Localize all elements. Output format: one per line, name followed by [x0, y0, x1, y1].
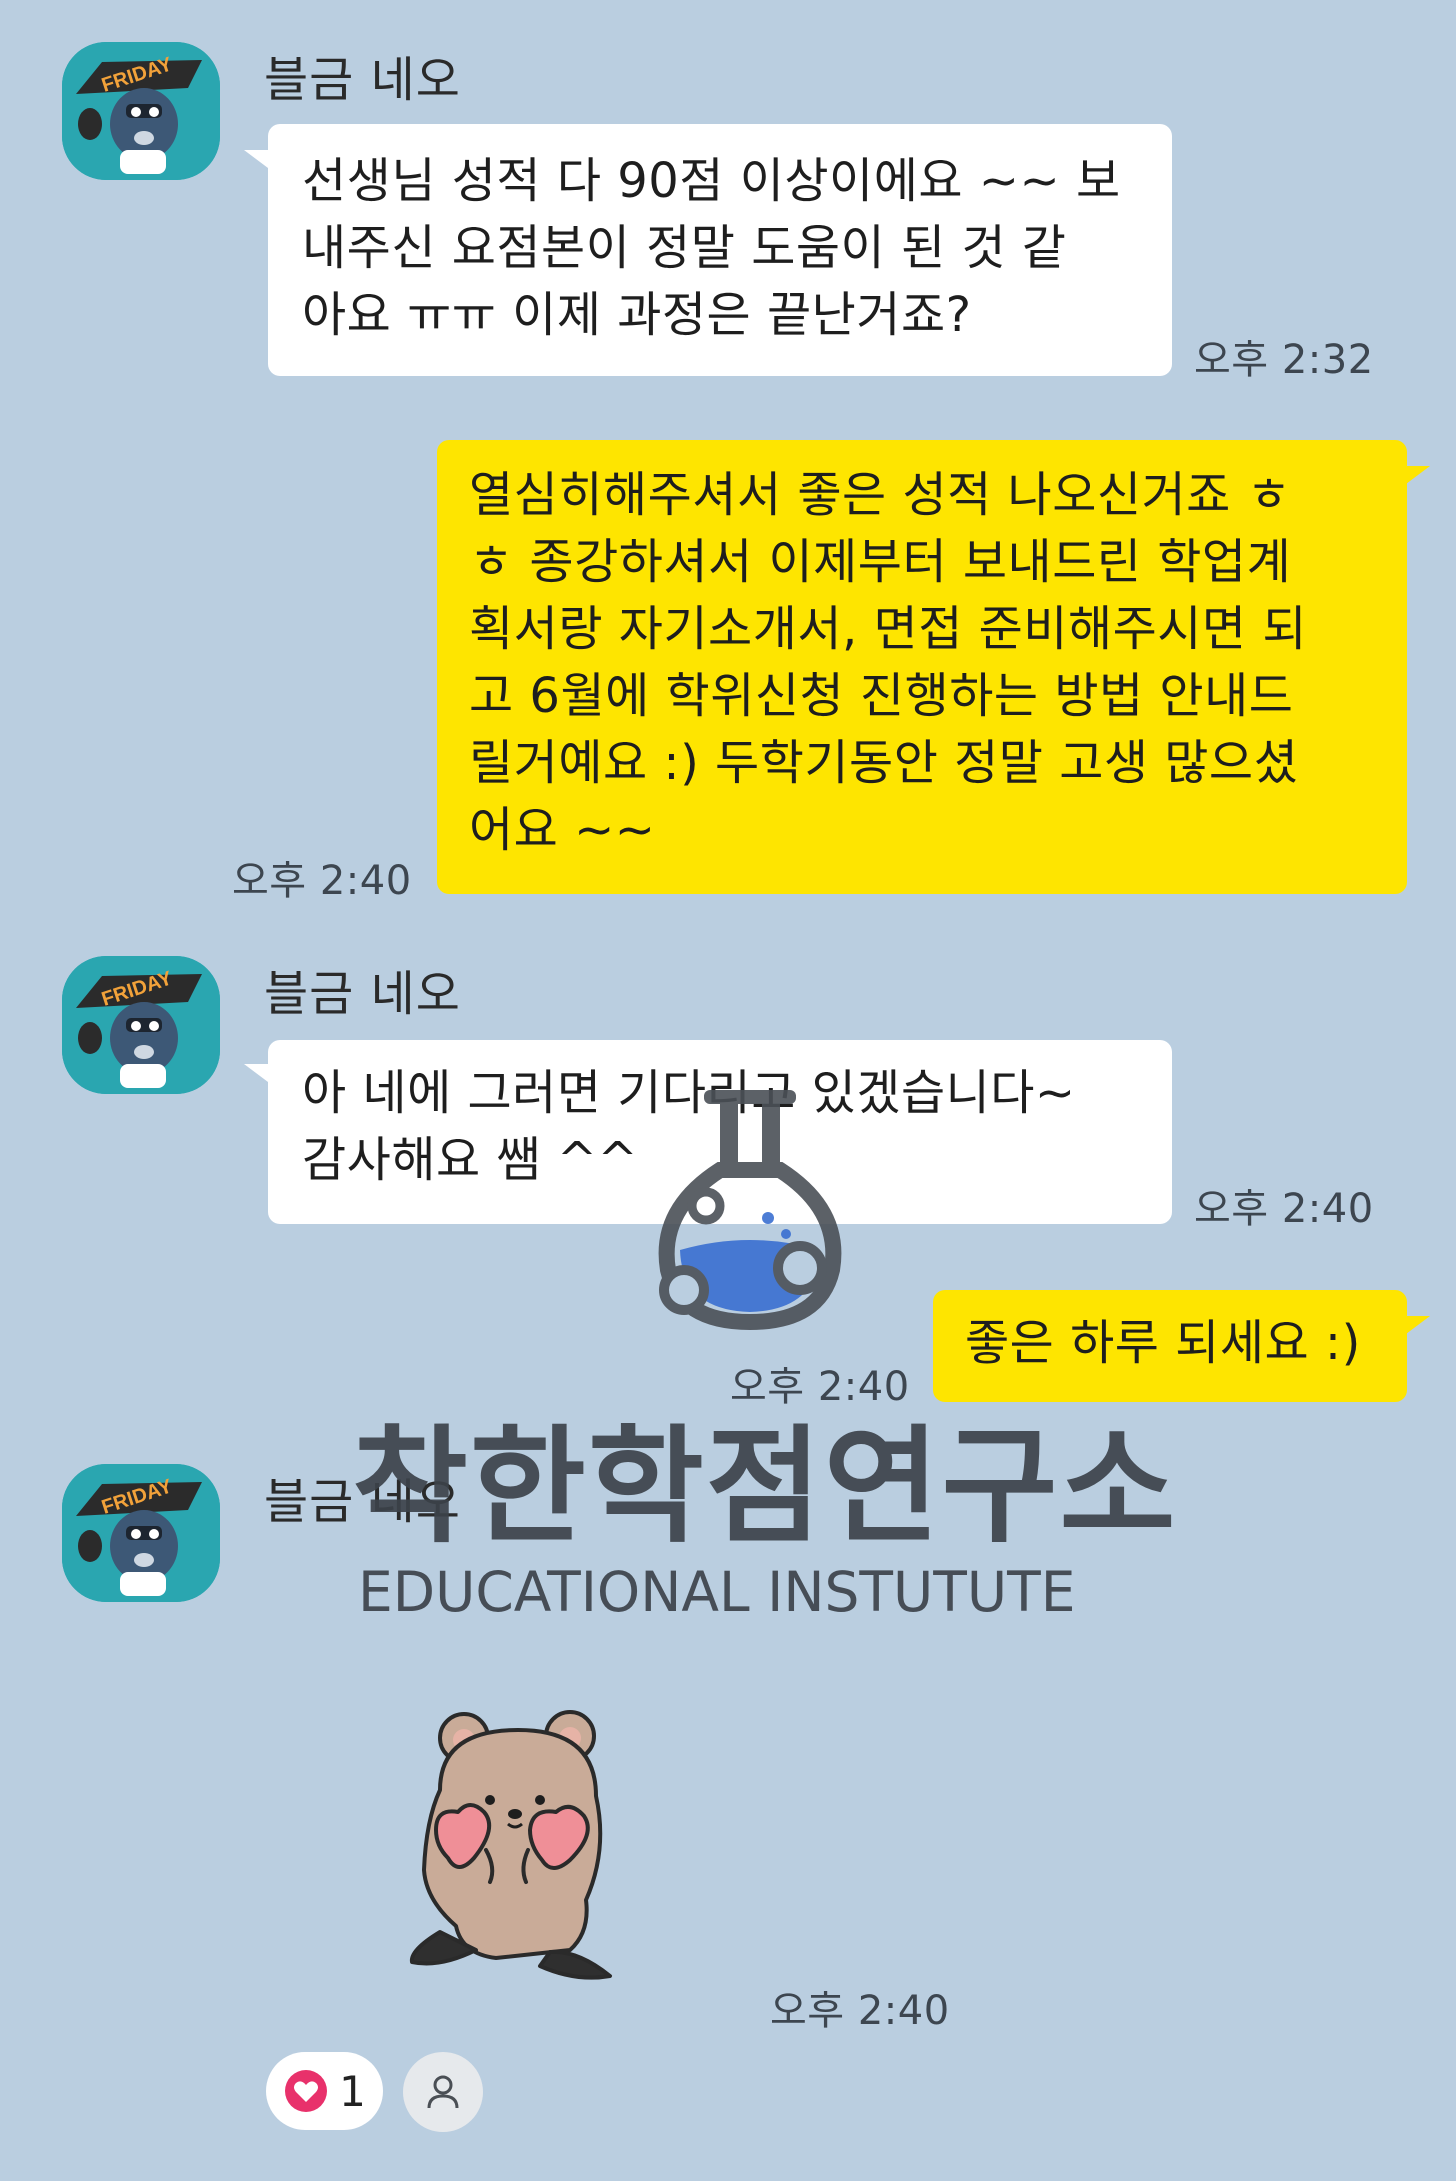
sender-name: 블금 네오	[264, 52, 461, 108]
quokka-hearts-sticker[interactable]	[400, 1700, 640, 1980]
person-icon	[427, 2075, 459, 2109]
message-time: 오후 2:40	[730, 1364, 910, 1410]
sender-avatar[interactable]: FRIDAY	[62, 42, 220, 180]
message-time: 오후 2:40	[1194, 1186, 1374, 1232]
message-time: 오후 2:40	[770, 1988, 950, 2034]
sender-name: 블금 네오	[264, 966, 461, 1022]
sender-avatar[interactable]: FRIDAY	[62, 956, 220, 1094]
avatar-character-icon: FRIDAY	[62, 42, 220, 180]
outgoing-message-bubble[interactable]: 열심히해주셔서 좋은 성적 나오신거죠 ㅎ ㅎ 종강하셔서 이제부터 보내드린 …	[437, 440, 1407, 894]
message-time: 오후 2:40	[232, 858, 412, 904]
incoming-message-bubble[interactable]: 아 네에 그러면 기다리고 있겠습니다~ 감사해요 쌤 ^^	[268, 1040, 1172, 1224]
bubble-tail	[1406, 466, 1430, 484]
incoming-message-bubble[interactable]: 선생님 성적 다 90점 이상이에요 ~~ 보 내주신 요점본이 정말 도움이 …	[268, 124, 1172, 376]
bubble-tail	[244, 1064, 268, 1082]
message-time: 오후 2:32	[1194, 337, 1374, 383]
chat-room: FRIDAY 블금 네오 선생님 성적 다 90점 이상이에요 ~~ 보 내주신…	[0, 0, 1456, 2181]
outgoing-message-bubble[interactable]: 좋은 하루 되세요 :)	[933, 1290, 1407, 1402]
reaction-count: 1	[339, 2066, 366, 2116]
reaction-members-button[interactable]	[403, 2052, 483, 2132]
avatar-character-icon: FRIDAY	[62, 1464, 220, 1602]
bubble-tail	[1406, 1316, 1430, 1334]
sender-name: 블금 네오	[264, 1474, 461, 1530]
sender-avatar[interactable]: FRIDAY	[62, 1464, 220, 1602]
bubble-tail	[244, 150, 268, 168]
quokka-sticker-icon	[409, 1710, 612, 1980]
heart-icon	[285, 2070, 328, 2112]
heart-reaction-button[interactable]: 1	[266, 2052, 383, 2130]
avatar-character-icon: FRIDAY	[62, 956, 220, 1094]
